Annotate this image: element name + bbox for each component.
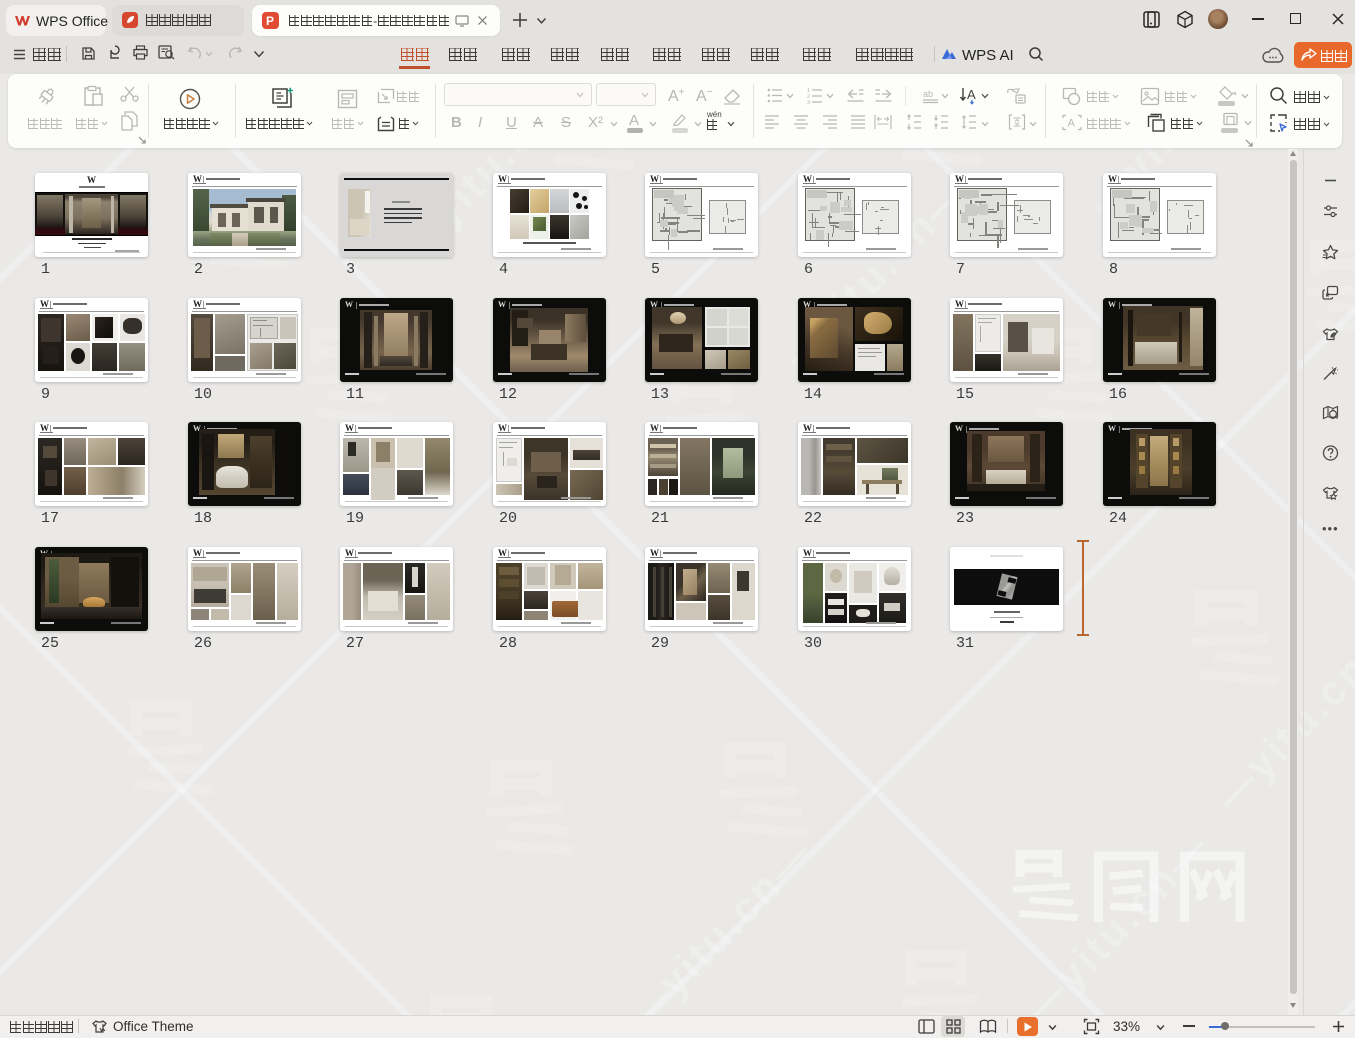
svg-text:—yitu.cn—: —yitu.cn— bbox=[618, 828, 823, 1038]
svg-text:A: A bbox=[967, 87, 976, 102]
svg-text:A: A bbox=[1068, 118, 1076, 130]
svg-text:ab: ab bbox=[923, 89, 933, 99]
svg-text:3: 3 bbox=[807, 100, 810, 104]
